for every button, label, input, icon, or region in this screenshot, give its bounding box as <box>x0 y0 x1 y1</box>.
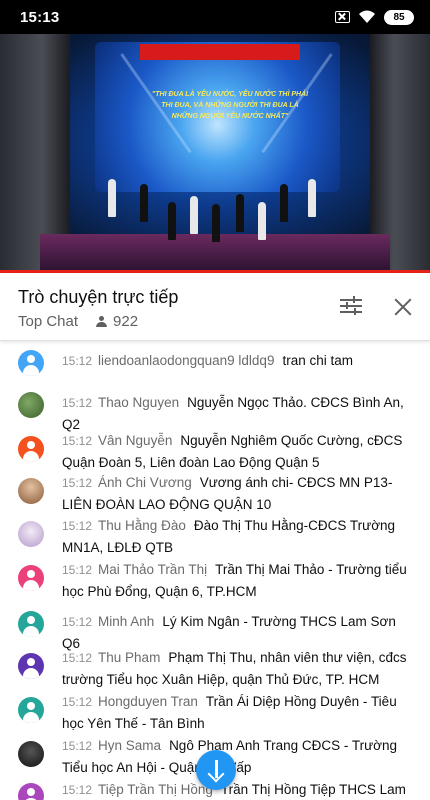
message-time: 15:12 <box>62 476 93 490</box>
message-body: 15:12 Hyn Sama Ngô Phạm Anh Trang CĐCS - T… <box>62 735 412 779</box>
message-body: 15:12 Vân Nguyễn Nguyễn Nghiêm Quốc Cường,… <box>62 430 412 474</box>
battery-icon: 85 <box>384 9 414 25</box>
scroll-to-bottom-button[interactable] <box>196 750 236 790</box>
chat-title: Trò chuyện trực tiếp <box>18 287 179 307</box>
message-author[interactable]: Hyn Sama <box>98 738 161 753</box>
message-time: 15:12 <box>62 396 93 410</box>
message-author[interactable]: Thao Nguyen <box>98 395 179 410</box>
message-time: 15:12 <box>62 434 93 448</box>
message-text: Trần Thị Hồng Tiệp THCS Lam <box>220 782 406 797</box>
avatar[interactable] <box>18 783 44 800</box>
chat-settings-icon[interactable] <box>340 296 362 316</box>
avatar[interactable] <box>18 565 44 591</box>
message-body: 15:12 Thu Pham Phạm Thị Thu, nhân viên thư… <box>62 647 412 691</box>
performer <box>168 202 176 240</box>
person-icon <box>96 316 108 327</box>
message-body: 15:12 Ánh Chi Vương Vương ánh chi- CĐCS MN… <box>62 472 412 516</box>
performer <box>236 194 244 232</box>
message-body: 15:12 Mai Thảo Trần Thị Trần Thị Mai Thảo … <box>62 559 412 603</box>
message-author[interactable]: Vân Nguyễn <box>98 433 172 448</box>
chat-mode-row: Top Chat 922 <box>18 313 138 330</box>
video-player[interactable]: "THI ĐUA LÀ YÊU NƯỚC, YÊU NƯỚC THÌ PHẢI … <box>0 34 430 272</box>
avatar[interactable] <box>18 392 44 418</box>
close-icon[interactable] <box>394 298 412 316</box>
wifi-icon <box>359 10 375 23</box>
avatar[interactable] <box>18 350 44 376</box>
avatar[interactable] <box>18 478 44 504</box>
message-author[interactable]: Ánh Chi Vương <box>98 475 192 490</box>
viewer-count: 922 <box>96 313 138 330</box>
chat-mode-selector[interactable]: Top Chat <box>18 313 78 330</box>
chat-message-list[interactable]: 15:12 liendoanlaodongquan9 ldldq9 tran chi… <box>0 342 430 800</box>
message-time: 15:12 <box>62 615 93 629</box>
message-time: 15:12 <box>62 354 93 368</box>
viewer-count-value: 922 <box>113 313 139 330</box>
message-body: 15:12 Hongduyen Tran Trần Ái Diệp Hồng Duy… <box>62 691 412 735</box>
avatar[interactable] <box>18 653 44 679</box>
message-time: 15:12 <box>62 783 93 797</box>
avatar[interactable] <box>18 741 44 767</box>
chat-header: Trò chuyện trực tiếp Top Chat 922 <box>0 273 430 341</box>
stage-banner <box>140 44 300 60</box>
performer <box>140 184 148 222</box>
message-author[interactable]: Hongduyen Tran <box>98 694 198 709</box>
avatar[interactable] <box>18 611 44 637</box>
message-body: 15:12 liendoanlaodongquan9 ldldq9 tran chi… <box>62 350 412 372</box>
status-time: 15:13 <box>20 8 60 26</box>
message-time: 15:12 <box>62 695 93 709</box>
avatar[interactable] <box>18 697 44 723</box>
notification-icon <box>335 11 350 23</box>
message-body: 15:12 Tiệp Trần Thị Hồng Trần Thị Hồng Tiệ… <box>62 779 412 800</box>
message-author[interactable]: liendoanlaodongquan9 ldldq9 <box>98 353 274 368</box>
message-author[interactable]: Minh Anh <box>98 614 154 629</box>
status-bar: 15:13 85 <box>0 0 430 34</box>
message-author[interactable]: Tiệp Trần Thị Hồng <box>98 782 213 797</box>
message-time: 15:12 <box>62 519 93 533</box>
performer <box>190 196 198 234</box>
message-time: 15:12 <box>62 739 93 753</box>
message-author[interactable]: Thu Pham <box>98 650 160 665</box>
message-time: 15:12 <box>62 563 93 577</box>
performer <box>308 179 316 217</box>
message-text: tran chi tam <box>282 353 353 368</box>
performer <box>108 179 116 217</box>
message-author[interactable]: Thu Hằng Đào <box>98 518 186 533</box>
status-icons: 85 <box>335 9 414 25</box>
avatar[interactable] <box>18 436 44 462</box>
message-body: 15:12 Thu Hằng Đào Đào Thị Thu Hằng-CĐCS T… <box>62 515 412 559</box>
performer <box>280 184 288 222</box>
avatar[interactable] <box>18 521 44 547</box>
message-time: 15:12 <box>62 651 93 665</box>
performer <box>258 202 266 240</box>
message-author[interactable]: Mai Thảo Trần Thị <box>98 562 207 577</box>
performer <box>212 204 220 242</box>
